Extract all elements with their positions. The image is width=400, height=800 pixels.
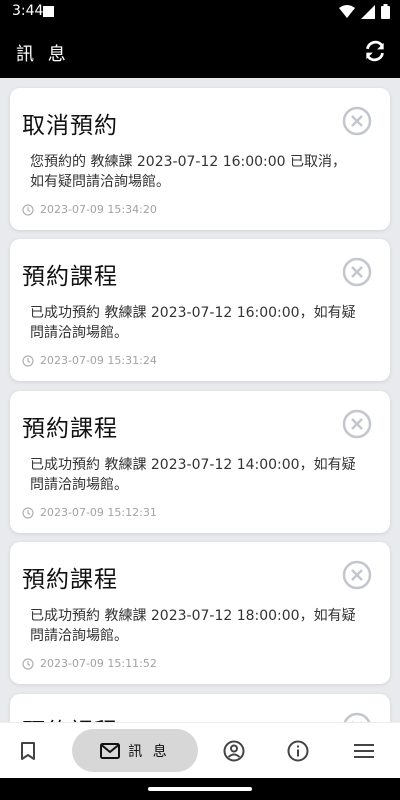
message-title: 預約課程	[22, 567, 118, 593]
message-timestamp-text: 2023-07-09 15:34:20	[40, 203, 157, 216]
message-timestamp: 2023-07-09 15:34:20	[22, 203, 157, 216]
message-body: 已成功預約 教練課 2023-07-12 14:00:00，如有疑問請洽詢場館。	[30, 457, 356, 493]
battery-icon	[381, 4, 390, 19]
message-body: 已成功預約 教練課 2023-07-12 18:00:00，如有疑問請洽詢場館。	[30, 608, 356, 644]
signal-icon	[361, 4, 375, 19]
message-card[interactable]: 預約課程 已成功預約 教練課 2023-07-12 14:00:00，如有疑問請…	[10, 391, 390, 533]
nav-bookmark[interactable]	[6, 723, 50, 779]
mail-icon	[100, 742, 121, 759]
nav-menu[interactable]	[342, 723, 386, 779]
home-indicator[interactable]	[148, 787, 252, 791]
close-icon[interactable]	[342, 712, 372, 722]
nav-messages[interactable]: 訊 息	[72, 729, 198, 772]
message-title: 取消預約	[22, 113, 118, 139]
message-body: 已成功預約 教練課 2023-07-12 16:00:00，如有疑問請洽詢場館。	[30, 305, 356, 341]
clock-icon	[22, 506, 34, 519]
menu-icon	[354, 744, 374, 758]
bottom-nav: 訊 息	[0, 722, 400, 779]
notification-icon	[43, 6, 54, 17]
message-timestamp: 2023-07-09 15:11:52	[22, 657, 157, 670]
bookmark-icon	[21, 742, 35, 760]
message-title: 預約課程	[22, 264, 118, 290]
refresh-icon[interactable]	[362, 38, 388, 64]
close-icon[interactable]	[342, 560, 372, 590]
nav-info[interactable]	[276, 723, 320, 779]
wifi-icon	[339, 4, 355, 18]
message-card[interactable]: 預約課程	[10, 694, 390, 722]
nav-messages-label: 訊 息	[128, 743, 170, 760]
message-timestamp: 2023-07-09 15:12:31	[22, 506, 157, 519]
close-icon[interactable]	[342, 106, 372, 136]
app-bar: 訊 息	[0, 24, 400, 78]
clock-icon	[22, 203, 34, 216]
message-timestamp-text: 2023-07-09 15:31:24	[40, 354, 157, 367]
close-icon[interactable]	[342, 257, 372, 287]
message-list[interactable]: 取消預約 您預約的 教練課 2023-07-12 16:00:00 已取消，如有…	[0, 78, 400, 722]
message-title: 預約課程	[22, 416, 118, 442]
clock-icon	[22, 354, 34, 367]
info-icon	[287, 740, 309, 762]
message-timestamp: 2023-07-09 15:31:24	[22, 354, 157, 367]
page-title: 訊 息	[16, 44, 70, 65]
status-icons	[339, 4, 390, 19]
message-body: 您預約的 教練課 2023-07-12 16:00:00 已取消，如有疑問請洽詢…	[30, 154, 347, 190]
clock-icon	[22, 657, 34, 670]
message-card[interactable]: 預約課程 已成功預約 教練課 2023-07-12 18:00:00，如有疑問請…	[10, 542, 390, 684]
account-icon	[223, 740, 245, 762]
message-timestamp-text: 2023-07-09 15:12:31	[40, 506, 157, 519]
message-title: 預約課程	[22, 712, 118, 722]
message-card[interactable]: 取消預約 您預約的 教練課 2023-07-12 16:00:00 已取消，如有…	[10, 88, 390, 230]
nav-profile[interactable]	[212, 723, 256, 779]
message-timestamp-text: 2023-07-09 15:11:52	[40, 657, 157, 670]
status-time: 3:44	[12, 3, 44, 19]
status-bar: 3:44	[0, 0, 400, 24]
close-icon[interactable]	[342, 409, 372, 439]
message-card[interactable]: 預約課程 已成功預約 教練課 2023-07-12 16:00:00，如有疑問請…	[10, 239, 390, 381]
